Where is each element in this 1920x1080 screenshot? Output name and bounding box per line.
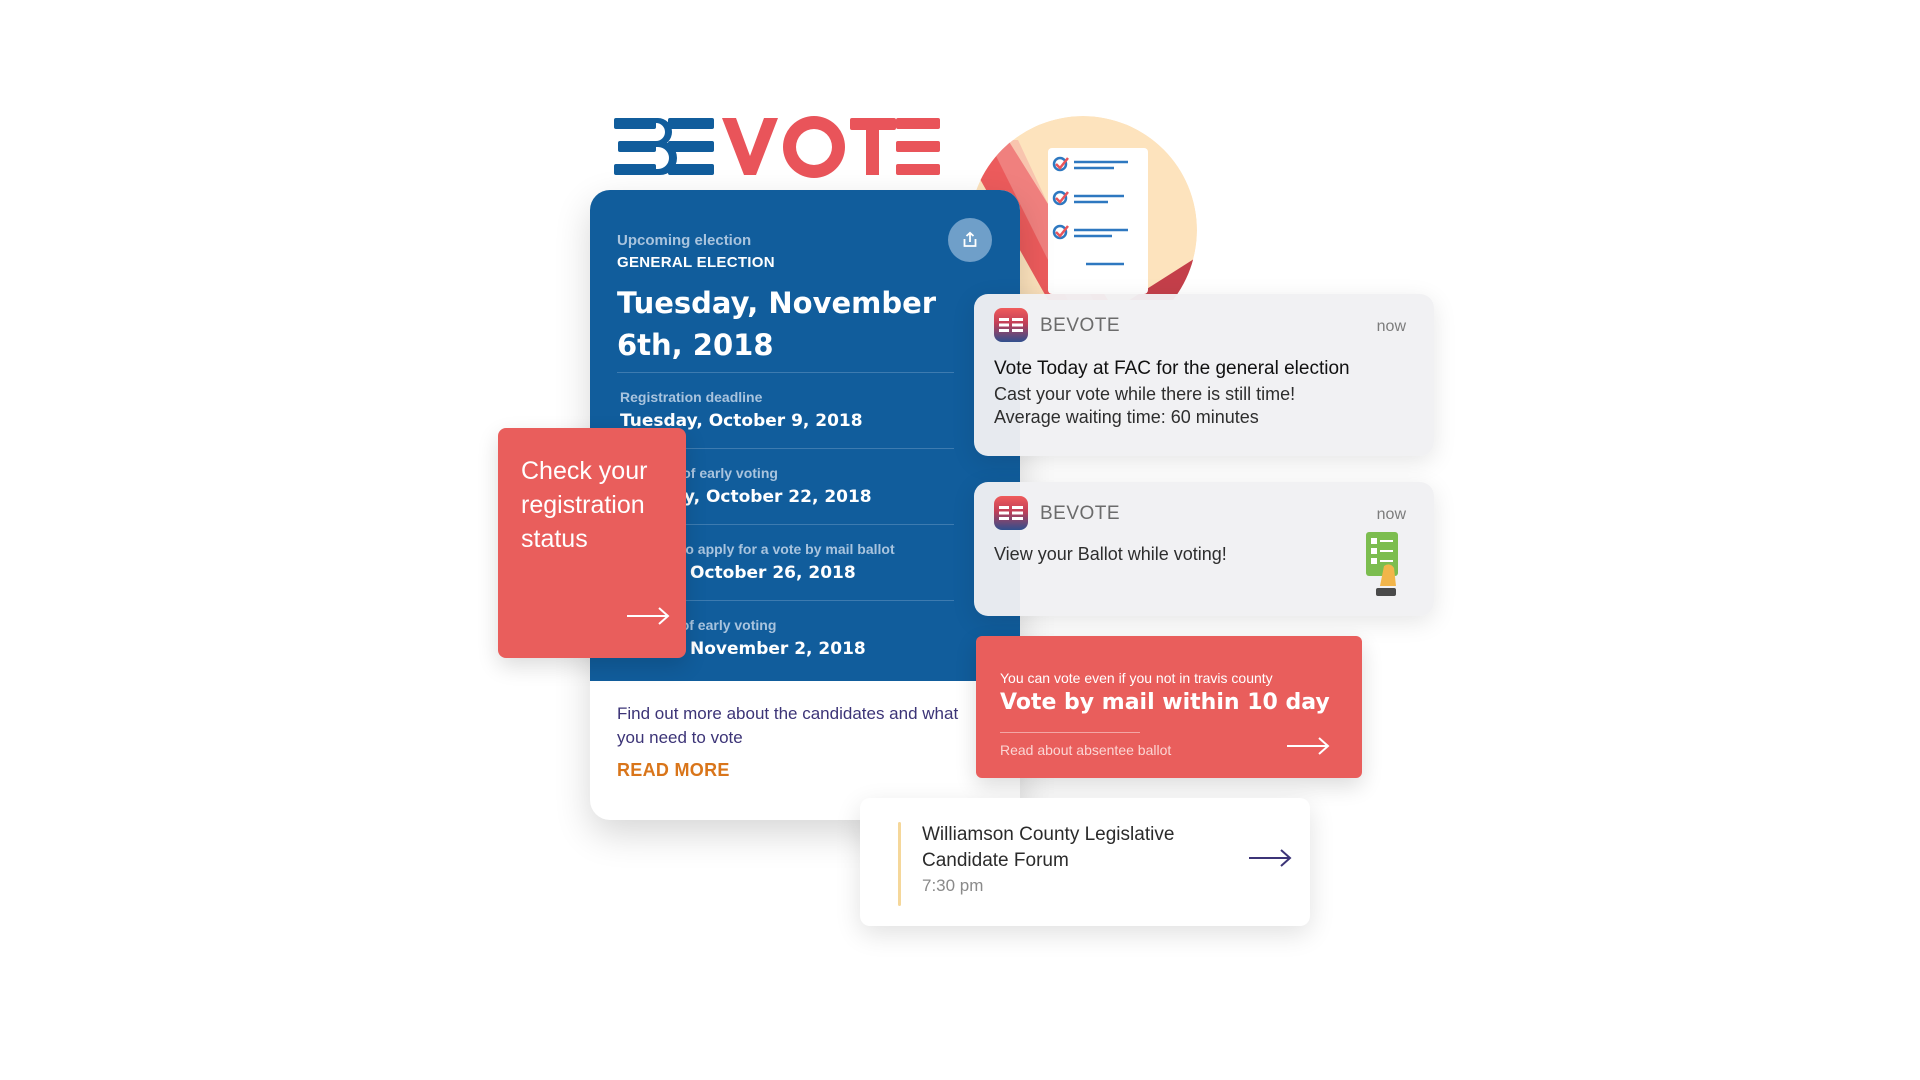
check-registration-card[interactable]: Check your registration status <box>498 428 686 658</box>
candidates-info-text: Find out more about the candidates and w… <box>617 704 959 747</box>
vote-by-mail-card[interactable]: You can vote even if you not in travis c… <box>976 636 1362 778</box>
bevote-logo <box>614 114 940 178</box>
registration-card-text: Check your registration status <box>521 457 648 553</box>
absentee-ballot-link[interactable]: Read about absentee ballot <box>1000 742 1171 758</box>
notification-view-ballot[interactable]: BEVOTE now View your Ballot while voting… <box>974 482 1434 616</box>
event-title: Williamson County Legislative Candidate … <box>922 824 1175 871</box>
event-accent-bar <box>898 822 901 906</box>
election-type: GENERAL ELECTION <box>617 254 775 271</box>
share-button[interactable] <box>948 218 992 262</box>
read-more-link[interactable]: READ MORE <box>617 760 730 781</box>
event-time: 7:30 pm <box>922 876 984 895</box>
event-card[interactable]: Williamson County Legislative Candidate … <box>860 798 1310 926</box>
mail-card-title: Vote by mail within 10 day <box>1000 690 1330 715</box>
notification-body-line: View your Ballot while voting! <box>994 544 1227 564</box>
arrow-right-icon <box>1287 737 1330 755</box>
ballot-phone-icon <box>1366 532 1398 596</box>
notification-body-line: Cast your vote while there is still time… <box>994 384 1296 404</box>
election-eyebrow: Upcoming election <box>617 232 752 249</box>
notification-title: Vote Today at FAC for the general electi… <box>994 358 1350 379</box>
notification-app-name: BEVOTE <box>1040 315 1121 336</box>
mail-card-subtitle: You can vote even if you not in travis c… <box>1000 670 1273 686</box>
mail-card-divider <box>1000 732 1140 733</box>
bevote-app-icon <box>994 496 1028 530</box>
notification-time: now <box>1376 506 1406 523</box>
deadline-label: Registration deadline <box>620 389 763 405</box>
bevote-app-icon <box>994 308 1028 342</box>
notification-vote-today[interactable]: BEVOTE now Vote Today at FAC for the gen… <box>974 294 1434 456</box>
notification-time: now <box>1376 318 1406 335</box>
logo-graphic <box>614 116 940 178</box>
notification-body-line: Average waiting time: 60 minutes <box>994 407 1259 427</box>
arrow-right-icon <box>1249 849 1292 867</box>
notification-app-name: BEVOTE <box>1040 503 1121 524</box>
share-icon <box>963 231 977 247</box>
election-date: Tuesday, November 6th, 2018 <box>617 286 937 362</box>
arrow-right-icon <box>627 607 670 625</box>
